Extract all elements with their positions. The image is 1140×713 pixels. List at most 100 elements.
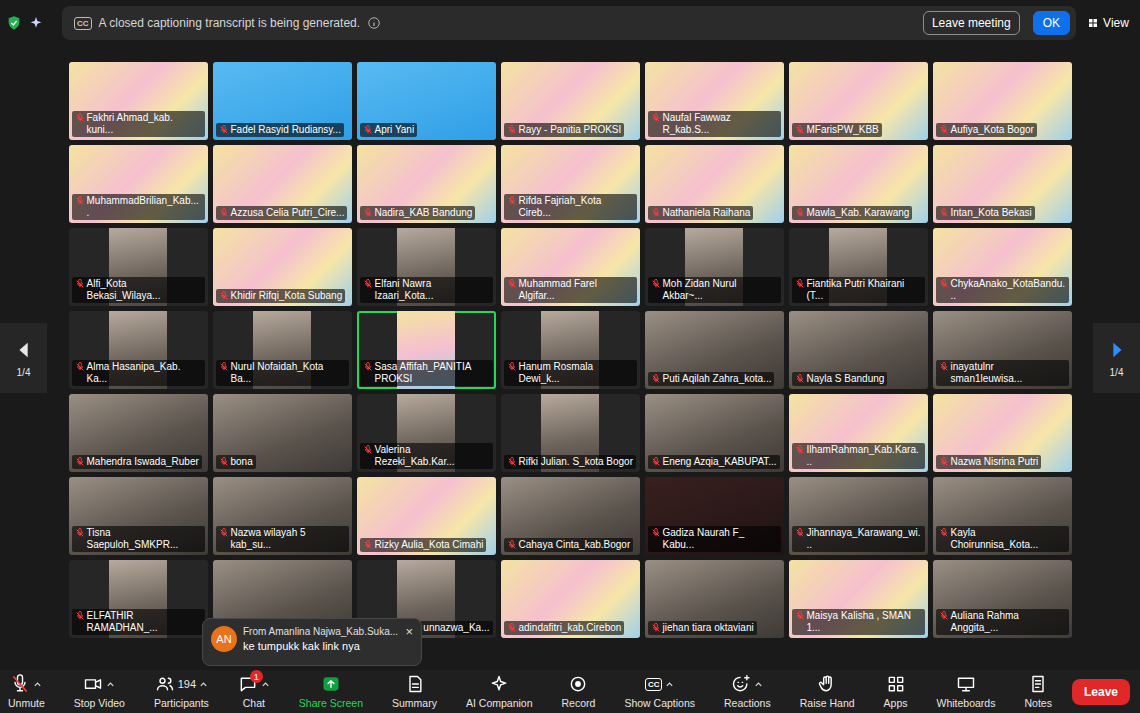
participant-name: Jihannaya_Karawang_wi... [792, 526, 925, 552]
toolbar-button[interactable]: Raise Hand [798, 674, 857, 709]
participant-tile[interactable]: Nayla S Bandung [789, 311, 928, 389]
muted-mic-icon [75, 113, 85, 123]
participant-tile[interactable]: ChykaAnako_KotaBandu... [933, 228, 1072, 306]
participant-name: Fiantika Putri Khairani (T... [792, 277, 925, 303]
participant-tile[interactable]: Fakhri Ahmad_kab. kuni... [69, 62, 208, 140]
participant-tile[interactable]: adindafitri_kab.Cirebon [501, 560, 640, 638]
participant-tile[interactable]: Cahaya Cinta_kab.Bogor [501, 477, 640, 555]
participant-tile[interactable]: Rizky Aulia_Kota Cimahi [357, 477, 496, 555]
muted-mic-icon [363, 362, 373, 372]
participant-name: Rifda Fajriah_Kota Cireb... [504, 194, 637, 220]
participant-tile[interactable]: Apri Yani [357, 62, 496, 140]
menu-caret-icon[interactable] [33, 680, 42, 689]
participant-name: Tisna Saepuloh_SMKPR... [72, 526, 205, 552]
participant-tile[interactable]: Puti Aqilah Zahra_kota... [645, 311, 784, 389]
participant-tile[interactable]: Nazwa wilayah 5 kab_su... [213, 477, 352, 555]
participant-tile[interactable]: Valerina Rezeki_Kab.Kar... [357, 394, 496, 472]
previous-page-button[interactable]: 1/4 [0, 323, 47, 393]
participant-tile[interactable]: jiehan tiara oktaviani [645, 560, 784, 638]
toolbar-button[interactable]: 194Participants [152, 674, 211, 709]
participant-tile[interactable]: Nadira_KAB Bandung [357, 145, 496, 223]
toolbar-button[interactable]: Reactions [722, 674, 773, 709]
participant-tile[interactable]: Naufal Fawwaz R_kab.S... [645, 62, 784, 140]
participant-tile[interactable]: Auliana Rahma Anggita_... [933, 560, 1072, 638]
view-button[interactable]: View [1076, 16, 1140, 30]
participant-tile[interactable]: Sasa Affifah_PANITIA PROKSI [357, 311, 496, 389]
menu-caret-icon[interactable] [199, 680, 208, 689]
participant-tile[interactable]: Mawla_Kab. Karawang [789, 145, 928, 223]
participant-tile[interactable]: inayatulnr sman1leuwisa... [933, 311, 1072, 389]
toolbar-button[interactable]: Unmute [6, 674, 47, 709]
participant-tile[interactable]: Moh Zidan Nurul Akbar~... [645, 228, 784, 306]
participant-tile[interactable]: Tisna Saepuloh_SMKPR... [69, 477, 208, 555]
participant-tile[interactable]: Rifki Julian. S_kota Bogor [501, 394, 640, 472]
muted-mic-icon [651, 528, 661, 538]
caption-message: A closed captioning transcript is being … [99, 16, 361, 30]
participant-tile[interactable]: Azzusa Celia Putri_Cire... [213, 145, 352, 223]
caption-banner-button[interactable]: OK [1033, 11, 1070, 35]
participant-tile[interactable]: Intan_Kota Bekasi [933, 145, 1072, 223]
participant-tile[interactable]: Gadiza Naurah F_ Kabu... [645, 477, 784, 555]
participant-tile[interactable]: IlhamRahman_Kab.Kara... [789, 394, 928, 472]
participant-name: jiehan tiara oktaviani [648, 621, 757, 635]
toolbar-button[interactable]: AI Companion [464, 674, 535, 709]
menu-caret-icon[interactable] [754, 680, 763, 689]
security-shield-icon[interactable] [6, 15, 22, 31]
participant-tile[interactable]: Mahendra Iswada_Ruber [69, 394, 208, 472]
participant-tile[interactable]: Alfi_Kota Bekasi_Wilaya... [69, 228, 208, 306]
muted-mic-icon [219, 125, 229, 135]
participant-tile[interactable]: Rayy - Panitia PROKSI [501, 62, 640, 140]
next-page-button[interactable]: 1/4 [1093, 323, 1140, 393]
toolbar-button[interactable]: CCShow Captions [622, 674, 697, 709]
toolbar-button[interactable]: Notes [1022, 674, 1053, 709]
page-indicator: 1/4 [1110, 367, 1124, 378]
participant-tile[interactable]: ELFATHIR RAMADHAN_... [69, 560, 208, 638]
toolbar-button[interactable]: Record [560, 674, 598, 709]
participant-tile[interactable]: Khidir Rifqi_Kota Subang [213, 228, 352, 306]
participant-tile[interactable]: Jihannaya_Karawang_wi... [789, 477, 928, 555]
participant-tile[interactable]: MFarisPW_KBB [789, 62, 928, 140]
toolbar-button[interactable]: Apps [882, 674, 910, 709]
muted-mic-icon [651, 208, 661, 218]
toolbar-button[interactable]: 1Chat [236, 674, 272, 709]
participant-tile[interactable]: Muhammad Farel Algifar... [501, 228, 640, 306]
participant-tile[interactable]: Kayla Choirunnisa_Kota... [933, 477, 1072, 555]
close-button[interactable]: × [405, 626, 413, 638]
participant-tile[interactable]: Nurul Nofaidah_Kota Ba... [213, 311, 352, 389]
chat-notification[interactable]: ANFrom Amanlina Najwa_Kab.Suka...ke tump… [202, 618, 422, 666]
participant-tile[interactable]: Fadel Rasyid Rudiansy... [213, 62, 352, 140]
participant-tile[interactable]: Elfani Nawra Izaari_Kota... [357, 228, 496, 306]
participant-name: Mahendra Iswada_Ruber [72, 455, 202, 469]
participant-tile[interactable]: bona [213, 394, 352, 472]
menu-caret-icon[interactable] [106, 680, 115, 689]
toolbar-button[interactable]: Share Screen [297, 674, 365, 709]
participant-name: Nazwa Nisrina Putri [936, 455, 1042, 469]
toolbar-button[interactable]: Summary [390, 674, 439, 709]
participant-tile[interactable]: Hanum Rosmala Dewi_k... [501, 311, 640, 389]
microphone-icon [10, 674, 30, 694]
participant-tile[interactable]: Alma Hasanipa_Kab. Ka... [69, 311, 208, 389]
caption-banner-button[interactable]: Leave meeting [923, 11, 1020, 35]
participants-icon [155, 674, 175, 694]
participant-name: ELFATHIR RAMADHAN_... [72, 609, 205, 635]
leave-button[interactable]: Leave [1072, 679, 1130, 705]
muted-mic-icon [507, 279, 517, 289]
muted-mic-icon [939, 611, 949, 621]
participant-tile[interactable]: Aufiya_Kota Bogor [933, 62, 1072, 140]
participant-tile[interactable]: Nazwa Nisrina Putri [933, 394, 1072, 472]
ai-sparkle-icon[interactable] [28, 15, 44, 31]
toolbar-button[interactable]: Whiteboards [935, 674, 998, 709]
muted-mic-icon [651, 374, 661, 384]
participant-tile[interactable]: Maisya Kalisha , SMAN 1... [789, 560, 928, 638]
participant-tile[interactable]: Fiantika Putri Khairani (T... [789, 228, 928, 306]
info-icon[interactable] [367, 16, 381, 30]
participant-tile[interactable]: Nathaniela Raihana [645, 145, 784, 223]
participant-tile[interactable]: Eneng Azqia_KABUPAT... [645, 394, 784, 472]
participant-tile[interactable]: MuhammadBrilian_Kab.... [69, 145, 208, 223]
menu-caret-icon[interactable] [261, 680, 270, 689]
grid-view-icon [1087, 17, 1099, 29]
menu-caret-icon[interactable] [665, 680, 674, 689]
toolbar-button[interactable]: Stop Video [72, 674, 127, 709]
muted-mic-icon [795, 125, 805, 135]
participant-tile[interactable]: Rifda Fajriah_Kota Cireb... [501, 145, 640, 223]
